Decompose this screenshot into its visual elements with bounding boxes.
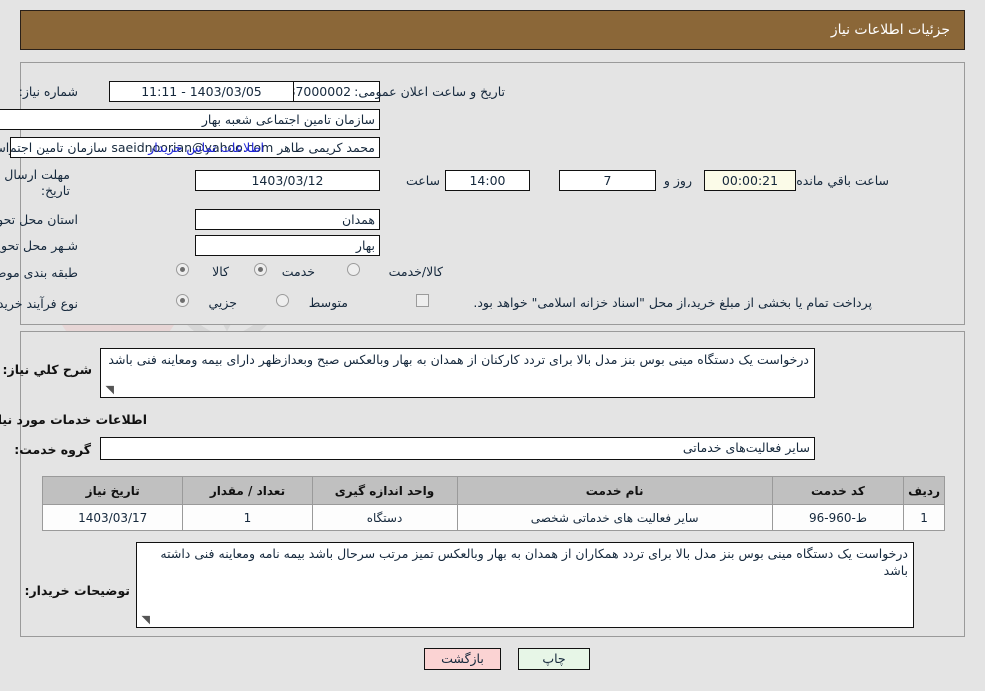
- city-label: شـهر محل تحویل:: [0, 238, 78, 253]
- category-label-kala-khedmat: کالا/خدمت: [388, 264, 443, 279]
- service-group-value: سایر فعالیت‌های خدماتی: [100, 437, 815, 460]
- payment-checkbox[interactable]: [416, 294, 429, 307]
- process-radio-motavaset[interactable]: [276, 294, 289, 307]
- deadline-label-line2: تاریخ:: [40, 183, 70, 198]
- th-date: تاریخ نیاز: [41, 476, 184, 505]
- cell-qty: 1: [182, 504, 313, 531]
- countdown-value: 00:00:21: [704, 170, 796, 191]
- city-value: بهار: [195, 235, 380, 256]
- buyer-contact-link[interactable]: اطلاعات تماس خریدار: [148, 140, 264, 155]
- process-label-motavaset: متوسط: [308, 295, 348, 310]
- buyer-org-value: سازمان تامین اجتماعی شعبه بهار: [0, 109, 380, 130]
- deadline-date-value: 1403/03/12: [195, 170, 380, 191]
- th-row: ردیف: [903, 476, 945, 505]
- cell-name: سایر فعالیت های خدماتی شخصی: [456, 504, 773, 531]
- buyer-notes-label: توضیحات خریدار:: [24, 583, 130, 598]
- announce-datetime-value: 11:11 - 1403/03/05: [109, 81, 294, 102]
- services-heading: اطلاعات خدمات مورد نیاز: [0, 412, 147, 427]
- hour-value: 14:00: [445, 170, 530, 191]
- process-label: نوع فرآیند خرید :: [0, 296, 78, 311]
- need-number-label: شماره نیاز:: [18, 84, 78, 99]
- th-name: نام خدمت: [456, 476, 773, 505]
- back-button[interactable]: بازگشت: [424, 648, 501, 670]
- cell-code: ط-960-96: [771, 504, 905, 531]
- province-value: همدان: [195, 209, 380, 230]
- page-title-text: جزئیات اطلاعات نیاز: [830, 22, 950, 38]
- resize-grip-icon[interactable]: ◥: [104, 384, 114, 395]
- buyer-notes-text: درخواست یک دستگاه مینی بوس بنز مدل بالا …: [160, 546, 908, 578]
- province-label: استان محل تحویل:: [0, 212, 78, 227]
- th-unit: واحد اندازه گیری: [311, 476, 458, 505]
- description-textarea[interactable]: درخواست یک دستگاه مینی بوس بنز مدل بالا …: [100, 348, 815, 398]
- description-label: شرح کلي نیاز:: [2, 362, 92, 377]
- category-label-kala: کالا: [212, 264, 229, 279]
- category-radio-kala[interactable]: [176, 263, 189, 276]
- service-group-label: گروه خدمت:: [14, 442, 91, 457]
- process-radio-jozi[interactable]: [176, 294, 189, 307]
- buyer-notes-textarea[interactable]: درخواست یک دستگاه مینی بوس بنز مدل بالا …: [136, 542, 914, 628]
- days-label: روز و: [663, 173, 692, 188]
- resize-grip-icon-2[interactable]: ◥: [140, 614, 150, 625]
- cell-date: 1403/03/17: [41, 504, 184, 531]
- category-label-khedmat: خدمت: [281, 264, 315, 279]
- services-table: ردیف کد خدمت نام خدمت واحد اندازه گیری ت…: [41, 476, 945, 531]
- table-header-row: ردیف کد خدمت نام خدمت واحد اندازه گیری ت…: [41, 476, 945, 505]
- th-qty: تعداد / مقدار: [182, 476, 313, 505]
- cell-unit: دستگاه: [311, 504, 458, 531]
- deadline-label-line1: مهلت ارسال پاسخ: تا: [0, 167, 70, 182]
- description-text: درخواست یک دستگاه مینی بوس بنز مدل بالا …: [108, 352, 809, 367]
- announce-datetime-label: تاریخ و ساعت اعلان عمومی:: [354, 84, 505, 99]
- hour-label: ساعت: [405, 173, 440, 188]
- print-button[interactable]: چاپ: [518, 648, 590, 670]
- table-row: 1 ط-960-96 سایر فعالیت های خدماتی شخصی د…: [41, 504, 945, 531]
- remaining-label: ساعت باقي مانده: [796, 173, 889, 188]
- th-code: کد خدمت: [771, 476, 905, 505]
- category-label: طبقه بندی موضوعی:: [0, 265, 78, 280]
- payment-checkbox-label: پرداخت تمام یا بخشی از مبلغ خرید،از محل …: [473, 295, 872, 310]
- page-title: جزئیات اطلاعات نیاز: [20, 10, 965, 50]
- category-radio-kala-khedmat[interactable]: [347, 263, 360, 276]
- category-radio-khedmat[interactable]: [254, 263, 267, 276]
- process-label-jozi: جزیي: [208, 295, 237, 310]
- cell-row: 1: [903, 504, 945, 531]
- days-value: 7: [559, 170, 656, 191]
- page-root: AriaTender.net جزئیات اطلاعات نیاز شماره…: [0, 0, 985, 691]
